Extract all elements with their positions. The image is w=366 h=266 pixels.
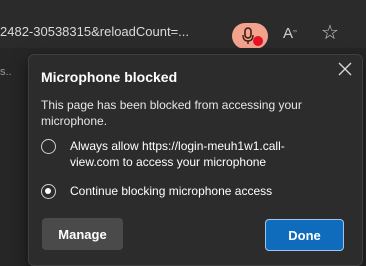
microphone-blocked-dialog: Microphone blocked This page has been bl… <box>28 54 363 266</box>
dialog-title: Microphone blocked <box>41 69 178 85</box>
block-option-label: Continue blocking microphone access <box>70 184 273 198</box>
manage-button[interactable]: Manage <box>42 218 123 250</box>
browser-window: 2482-30538315&reloadCount=... Aʼʼ ☆ s.. … <box>0 0 366 266</box>
allow-option[interactable]: Always allow https://login-meuh1w1.call-… <box>41 138 310 170</box>
allow-radio[interactable] <box>41 139 56 154</box>
url-text[interactable]: 2482-30538315&reloadCount=... <box>0 24 189 40</box>
done-button[interactable]: Done <box>265 219 344 251</box>
close-icon[interactable] <box>334 58 356 80</box>
block-radio[interactable] <box>41 184 56 199</box>
allow-option-label: Always allow https://login-meuh1w1.call-… <box>70 139 285 169</box>
page-text-fragment: s.. <box>0 66 12 78</box>
star-icon[interactable]: ☆ <box>321 22 339 44</box>
dialog-description: This page has been blocked from accessin… <box>41 98 302 128</box>
read-aloud-icon[interactable]: Aʼʼ <box>283 25 297 43</box>
block-option[interactable]: Continue blocking microphone access <box>41 183 310 199</box>
microphone-permission-button[interactable] <box>232 23 268 49</box>
address-bar: 2482-30538315&reloadCount=... Aʼʼ ☆ <box>0 0 366 49</box>
blocked-indicator-icon <box>253 36 263 46</box>
